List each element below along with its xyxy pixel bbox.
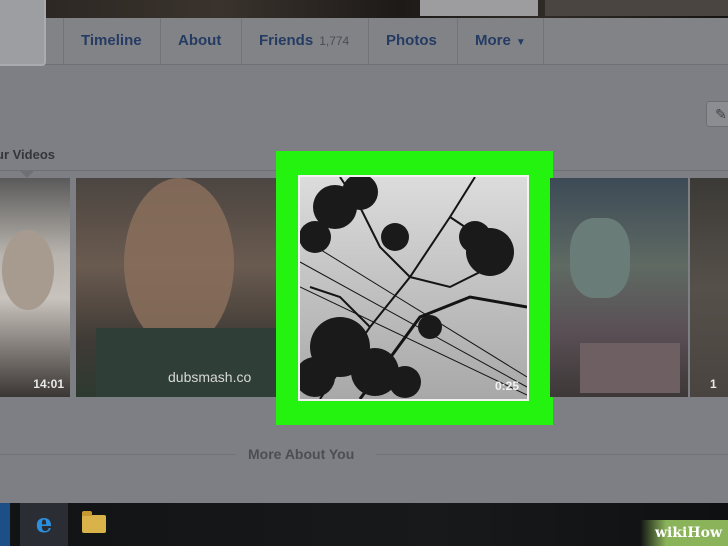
section-pointer xyxy=(20,171,34,178)
file-explorer-icon[interactable] xyxy=(82,511,106,533)
more-about-heading: More About You xyxy=(248,446,355,462)
tab-label: More xyxy=(475,32,511,49)
video-thumbnail[interactable]: dubsmash.co xyxy=(76,178,276,397)
cover-photo-segment xyxy=(420,0,538,16)
pencil-icon: ✎ xyxy=(715,106,727,122)
video-thumbnail[interactable] xyxy=(550,178,688,397)
cover-photo-segment xyxy=(545,0,728,16)
friends-count: 1,774 xyxy=(319,34,350,48)
video-thumbnail[interactable]: 1 xyxy=(690,178,728,397)
video-duration: 0:25 xyxy=(494,379,519,393)
tab-more[interactable]: More ▼ xyxy=(457,18,544,64)
thumbnail-image xyxy=(124,178,234,348)
trees-image xyxy=(300,177,527,399)
tab-label: Friends xyxy=(259,32,314,49)
tab-photos[interactable]: Photos xyxy=(368,18,454,64)
tab-friends[interactable]: Friends 1,774 xyxy=(241,18,366,64)
thumbnail-image xyxy=(580,343,680,393)
video-overlay-text: dubsmash.co xyxy=(168,369,252,385)
highlighted-video-frame: 0:25 xyxy=(276,151,553,425)
internet-explorer-icon[interactable]: e xyxy=(20,503,68,546)
watermark: wikiHow xyxy=(640,520,728,546)
taskbar: e xyxy=(0,503,728,546)
internet-explorer-glyph: e xyxy=(35,509,53,539)
divider xyxy=(0,454,236,455)
video-thumbnail[interactable]: 0:25 xyxy=(298,175,529,401)
tab-label: Photos xyxy=(386,32,437,49)
video-duration: 1 xyxy=(710,377,717,391)
thumbnail-image xyxy=(570,218,630,298)
section-title: ur Videos xyxy=(0,147,56,162)
thumbnail-image xyxy=(2,230,54,310)
edit-button[interactable]: ✎ xyxy=(706,101,728,127)
profile-picture[interactable] xyxy=(0,0,46,66)
tab-timeline[interactable]: Timeline xyxy=(63,18,159,64)
start-icon[interactable] xyxy=(0,503,10,546)
tab-label: Timeline xyxy=(81,32,142,49)
watermark-text: wikiHow xyxy=(654,525,722,541)
video-thumbnail[interactable]: 14:01 xyxy=(0,178,70,397)
tab-label: About xyxy=(178,32,222,49)
tab-about[interactable]: About xyxy=(160,18,238,64)
chevron-down-icon: ▼ xyxy=(515,37,526,48)
divider xyxy=(376,454,728,455)
video-duration: 14:01 xyxy=(33,377,64,391)
thumbnail-image xyxy=(96,328,276,397)
cover-photo xyxy=(0,0,728,18)
profile-nav-bar: Timeline About Friends 1,774 Photos More ▼ xyxy=(0,0,728,66)
